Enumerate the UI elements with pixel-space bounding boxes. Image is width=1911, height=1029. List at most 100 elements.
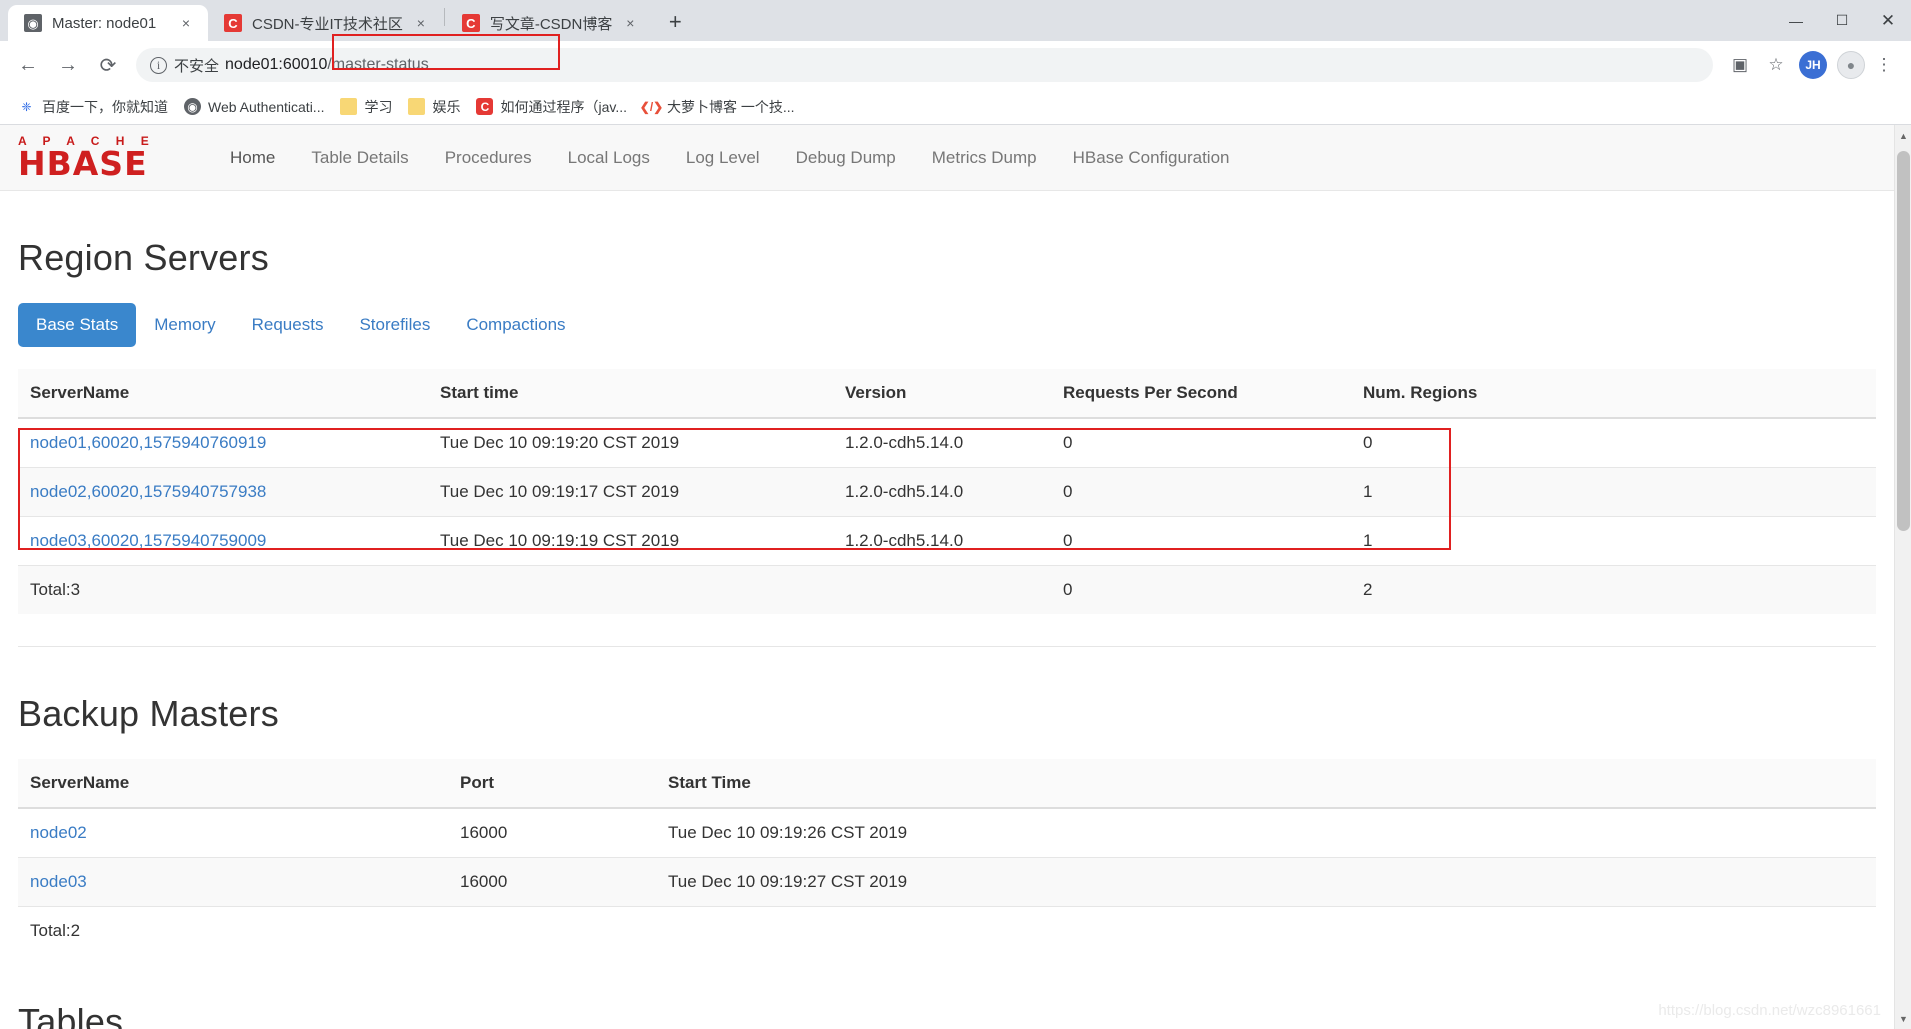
bookmark-item[interactable]: 娱乐 [400, 93, 468, 121]
bookmark-label: 百度一下，你就知道 [42, 98, 168, 115]
table-row: node01,60020,1575940760919 Tue Dec 10 09… [18, 417, 1876, 468]
bookmark-item[interactable]: ❮/❯ 大萝卜博客 一个技... [635, 93, 803, 121]
close-window-button[interactable]: ✕ [1865, 0, 1911, 41]
page-title-backup-masters: Backup Masters [18, 693, 279, 734]
cell-backup-start-time: Tue Dec 10 09:19:27 CST 2019 [656, 857, 1876, 907]
star-icon[interactable]: ☆ [1759, 48, 1793, 82]
link-server-node02[interactable]: node02,60020,1575940757938 [30, 482, 266, 501]
reload-icon[interactable]: ⟳ [90, 47, 126, 83]
translate-icon[interactable]: ▣ [1723, 48, 1757, 82]
col-header-requests-per-second[interactable]: Requests Per Second [1051, 369, 1351, 419]
tab-title: 写文章-CSDN博客 [489, 15, 613, 33]
bookmark-label: 大萝卜博客 一个技... [667, 98, 795, 115]
cell-start-time: Tue Dec 10 09:19:17 CST 2019 [428, 467, 833, 517]
bookmark-label: 学习 [364, 98, 393, 115]
bookmark-item[interactable]: ❈ 百度一下，你就知道 [10, 93, 176, 121]
link-backup-node03[interactable]: node03 [30, 872, 87, 891]
minimize-button[interactable]: — [1773, 0, 1819, 41]
bookmark-label: 如何通过程序（jav... [500, 98, 628, 115]
watermark: https://blog.csdn.net/wzc8961661 [1658, 1002, 1881, 1019]
cell-total-label: Total:3 [18, 565, 428, 614]
profile-badge[interactable]: JH [1799, 51, 1827, 79]
address-bar[interactable]: i 不安全 node01:60010/master-status [136, 48, 1713, 82]
tab-memory[interactable]: Memory [136, 303, 233, 347]
info-icon[interactable]: i [150, 56, 167, 74]
hbase-nav-items: Home Table Details Procedures Local Logs… [212, 125, 1248, 191]
page-container: Region Servers Base Stats Memory Request… [0, 237, 1894, 1029]
scrollbar-thumb[interactable] [1897, 151, 1910, 531]
hbase-navbar: A P A C H E HBASE Home Table Details Pro… [0, 125, 1894, 191]
tab-title: Master: node01 [52, 14, 157, 32]
nav-item-log-level[interactable]: Log Level [668, 125, 778, 191]
nav-item-debug-dump[interactable]: Debug Dump [778, 125, 914, 191]
cell-total-num-regions: 2 [1351, 565, 1876, 614]
browser-tab-1[interactable]: ◉ Master: node01 × [8, 5, 208, 41]
page-viewport: A P A C H E HBASE Home Table Details Pro… [0, 125, 1911, 1029]
hbase-wordmark: HBASE [18, 144, 148, 184]
cell-version: 1.2.0-cdh5.14.0 [833, 417, 1051, 468]
link-backup-node02[interactable]: node02 [30, 823, 87, 842]
bookmark-item[interactable]: C 如何通过程序（jav... [468, 93, 635, 121]
cell-start-time: Tue Dec 10 09:19:20 CST 2019 [428, 417, 833, 468]
tab-title: CSDN-专业IT技术社区 [252, 15, 403, 33]
col-header-backup-servername[interactable]: ServerName [18, 759, 448, 809]
code-icon: ❮/❯ [639, 99, 664, 114]
tab-base-stats[interactable]: Base Stats [18, 303, 137, 347]
table-head: ServerName Start time Version Requests P… [18, 369, 1876, 419]
cell-requests-per-second: 0 [1051, 516, 1351, 566]
cell-version: 1.2.0-cdh5.14.0 [833, 467, 1051, 517]
col-header-version[interactable]: Version [833, 369, 1051, 419]
window-controls: — ☐ ✕ [1773, 0, 1911, 41]
browser-window: ◉ Master: node01 × C CSDN-专业IT技术社区 × C 写… [0, 0, 1911, 1029]
table-row: node02,60020,1575940757938 Tue Dec 10 09… [18, 467, 1876, 517]
toolbar-right: ▣ ☆ JH ● ⋮ [1721, 48, 1901, 82]
scroll-down-icon[interactable]: ▼ [1895, 1010, 1911, 1027]
cell-num-regions: 1 [1351, 516, 1876, 566]
col-header-servername[interactable]: ServerName [18, 369, 428, 419]
maximize-button[interactable]: ☐ [1819, 0, 1865, 41]
cell-backup-port: 16000 [448, 807, 656, 858]
backup-masters-table: ServerName Port Start Time node02 16000 … [18, 759, 1876, 955]
nav-item-table-details[interactable]: Table Details [293, 125, 426, 191]
menu-icon[interactable]: ⋮ [1867, 48, 1901, 82]
back-icon[interactable]: ← [10, 47, 46, 83]
close-icon[interactable]: × [176, 13, 196, 33]
col-header-num-regions[interactable]: Num. Regions [1351, 369, 1876, 419]
globe-icon: ◉ [184, 98, 201, 115]
csdn-icon: C [461, 14, 480, 32]
new-tab-button[interactable]: + [658, 5, 692, 39]
nav-item-procedures[interactable]: Procedures [427, 125, 550, 191]
col-header-start-time[interactable]: Start time [428, 369, 833, 419]
col-header-backup-start-time[interactable]: Start Time [656, 759, 1876, 809]
bookmark-item[interactable]: ◉ Web Authenticati... [176, 94, 332, 119]
link-server-node03[interactable]: node03,60020,1575940759009 [30, 531, 266, 550]
nav-item-home[interactable]: Home [212, 125, 293, 191]
table-header-row: ServerName Start time Version Requests P… [18, 369, 1876, 419]
page-scrollbar[interactable]: ▲ ▼ [1894, 125, 1911, 1029]
scroll-up-icon[interactable]: ▲ [1895, 127, 1911, 144]
bookmarks-bar: ❈ 百度一下，你就知道 ◉ Web Authenticati... 学习 娱乐 … [0, 89, 1911, 125]
browser-tab-3[interactable]: C 写文章-CSDN博客 × [445, 5, 653, 41]
tab-storefiles[interactable]: Storefiles [341, 303, 448, 347]
nav-item-metrics-dump[interactable]: Metrics Dump [914, 125, 1055, 191]
nav-item-local-logs[interactable]: Local Logs [550, 125, 668, 191]
cell-total-version [833, 565, 1051, 614]
cell-servername: node02,60020,1575940757938 [18, 467, 428, 517]
avatar[interactable]: ● [1837, 51, 1865, 79]
link-server-node01[interactable]: node01,60020,1575940760919 [30, 433, 266, 452]
cell-num-regions: 1 [1351, 467, 1876, 517]
hbase-master-status-page: A P A C H E HBASE Home Table Details Pro… [0, 125, 1894, 1029]
folder-icon [340, 98, 358, 115]
cell-backup-total-start-time [656, 906, 1876, 955]
nav-item-hbase-configuration[interactable]: HBase Configuration [1055, 125, 1248, 191]
tab-requests[interactable]: Requests [234, 303, 342, 347]
folder-icon [408, 98, 426, 115]
bookmark-item[interactable]: 学习 [332, 93, 400, 121]
browser-tab-2[interactable]: C CSDN-专业IT技术社区 × [208, 5, 443, 41]
close-icon[interactable]: × [620, 13, 640, 33]
forward-icon[interactable]: → [50, 47, 86, 83]
close-icon[interactable]: × [411, 13, 431, 33]
col-header-backup-port[interactable]: Port [448, 759, 656, 809]
tab-compactions[interactable]: Compactions [448, 303, 583, 347]
hbase-logo[interactable]: A P A C H E HBASE [18, 135, 190, 184]
